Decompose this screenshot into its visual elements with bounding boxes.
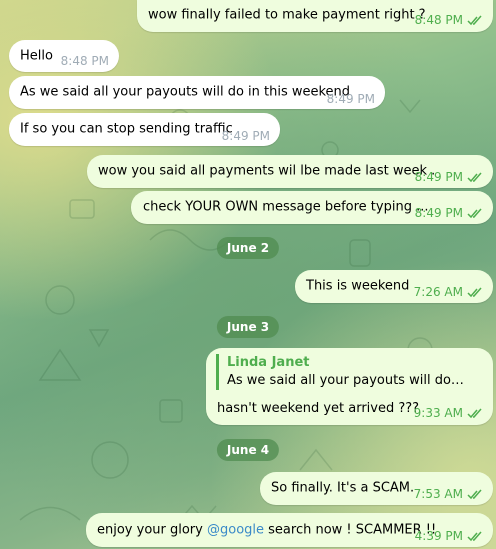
double-check-icon [467,408,482,418]
message-bubble-outgoing[interactable]: This is weekend 7:26 AM [295,270,493,303]
message-meta: 8:48 PM [415,13,483,27]
message-meta: 8:49 PM [327,92,375,106]
message-text: hasn't weekend yet arrived ??? [217,401,420,416]
message-time: 8:48 PM [60,54,109,68]
message-text: Hello [20,48,53,64]
message-time: 8:49 PM [326,92,375,106]
mention-link[interactable]: @google [207,523,264,538]
message-bubble-outgoing[interactable]: wow finally failed to make payment right… [137,0,493,32]
double-check-icon [467,287,482,297]
message-meta: 7:26 AM [414,285,483,299]
message-meta: 7:53 AM [414,487,483,501]
message-bubble-incoming[interactable]: Hello 8:48 PM [9,40,119,72]
double-check-icon [467,208,482,218]
message-time: 7:26 AM [413,285,463,299]
double-check-icon [467,489,482,499]
message-text: wow you said all payments wil lbe made l… [98,163,436,179]
double-check-icon [467,172,482,182]
message-text: enjoy your glory @google search now ! SC… [97,523,436,538]
message-time: 8:49 PM [414,170,463,184]
message-time: 4:39 PM [414,529,463,543]
message-meta: 8:48 PM [61,54,109,68]
message-bubble-outgoing-reply[interactable]: Linda Janet As we said all your payouts … [206,348,493,425]
message-time: 8:49 PM [221,129,270,143]
message-bubble-outgoing[interactable]: enjoy your glory @google search now ! SC… [86,513,493,547]
message-text: As we said all your payouts will do in t… [20,84,351,100]
message-time: 8:48 PM [414,13,463,27]
message-text-part: search now ! SCAMMER !! [264,522,437,538]
message-text: So finally. It's a SCAM. [271,480,415,496]
message-time: 8:49 PM [414,206,463,220]
message-time: 7:53 AM [413,487,463,501]
message-text-part: enjoy your glory [97,522,207,538]
reply-text: As we said all your payouts will do in t… [227,373,465,388]
message-meta: 4:39 PM [415,529,483,543]
reply-author: Linda Janet [227,355,310,370]
message-text: check YOUR OWN message before typing ... [143,199,429,215]
double-check-icon [467,531,482,541]
message-meta: 8:49 PM [415,170,483,184]
message-meta: 8:49 PM [415,206,483,220]
message-bubble-incoming[interactable]: If so you can stop sending traffic 8:49 … [9,113,280,146]
message-bubble-outgoing[interactable]: check YOUR OWN message before typing ...… [131,191,493,224]
double-check-icon [467,15,482,25]
message-bubble-incoming[interactable]: As we said all your payouts will do in t… [9,76,385,109]
date-separator: June 4 [216,439,280,461]
message-text: If so you can stop sending traffic [20,121,233,137]
message-text: wow finally failed to make payment right… [148,7,426,23]
message-text: This is weekend [306,278,410,294]
reply-quote[interactable]: Linda Janet As we said all your payouts … [216,354,483,390]
message-meta: 8:49 PM [222,129,270,143]
message-bubble-outgoing[interactable]: wow you said all payments wil lbe made l… [87,155,493,188]
date-separator: June 2 [216,237,280,259]
message-time: 9:33 AM [413,406,463,420]
message-meta: 9:33 AM [414,406,483,420]
date-separator: June 3 [216,316,280,338]
message-bubble-outgoing[interactable]: So finally. It's a SCAM. 7:53 AM [260,472,493,505]
